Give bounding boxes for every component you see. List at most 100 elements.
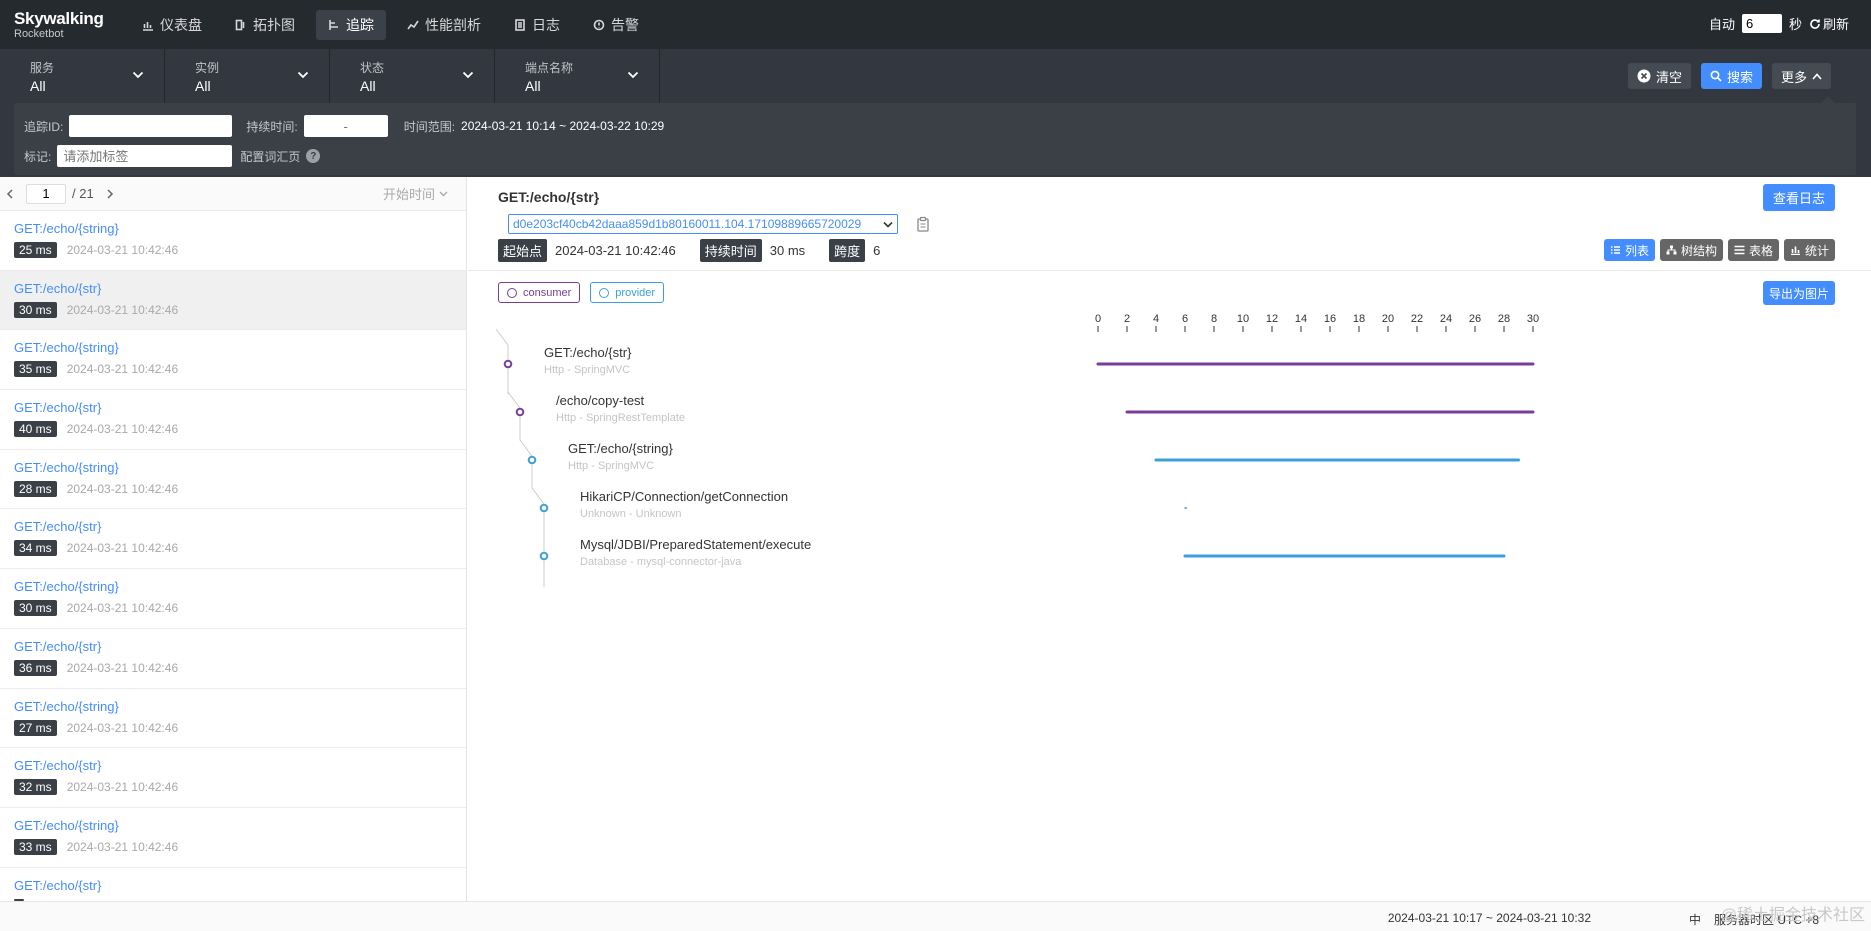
nav-label: 性能剖析 xyxy=(425,16,481,33)
trace-list-item[interactable]: GET:/echo/{string} 27 ms 2024-03-21 10:42:… xyxy=(0,689,466,749)
trace-list-item[interactable]: GET:/echo/{str} 32 ms 2024-03-21 10:42:46 xyxy=(0,748,466,808)
chevron-down-icon xyxy=(883,221,893,228)
chevron-left-icon[interactable] xyxy=(6,188,14,199)
pagination: / 21 开始时间 xyxy=(0,177,466,211)
trace-list-panel: / 21 开始时间 GET:/echo/{string} 25 ms 2024-03… xyxy=(0,177,467,901)
view-label: 树结构 xyxy=(1680,243,1717,258)
span-name: HikariCP/Connection/close xyxy=(580,585,735,587)
tag-input[interactable] xyxy=(57,145,233,167)
trace-meta: 35 ms 2024-03-21 10:42:46 xyxy=(14,361,466,378)
view-tree-button[interactable]: 树结构 xyxy=(1659,239,1723,261)
view-list-button[interactable]: 列表 xyxy=(1603,239,1655,261)
refresh-button[interactable]: 刷新 xyxy=(1809,14,1849,33)
view-switcher: 列表 树结构 表格 统计 xyxy=(1603,239,1835,261)
top-navbar: Skywalking Rocketbot 仪表盘 拓扑图 追踪 性能剖析 日志 … xyxy=(0,0,1871,49)
span-node-icon xyxy=(527,455,537,465)
view-label: 列表 xyxy=(1624,243,1649,258)
advanced-row-2: 标记: 配置词汇页 ? xyxy=(24,145,321,167)
page-input[interactable] xyxy=(26,183,66,204)
nav-item-trace[interactable]: 追踪 xyxy=(316,9,386,40)
trace-endpoint: GET:/echo/{string} xyxy=(14,817,119,833)
span-tag: 跨度 xyxy=(829,239,866,262)
language-switch[interactable]: 中 xyxy=(1689,911,1701,928)
nav-item-alarm[interactable]: 告警 xyxy=(581,10,651,40)
trace-start-time: 2024-03-21 10:42:46 xyxy=(66,839,179,854)
duration-value: 30 ms xyxy=(769,243,806,258)
status-select[interactable]: 状态 All xyxy=(330,49,495,103)
nav-label: 追踪 xyxy=(346,16,374,33)
tree-connector xyxy=(519,416,533,457)
trace-list-item[interactable]: GET:/echo/{string} 35 ms 2024-03-21 10:42:… xyxy=(0,330,466,391)
export-image-button[interactable]: 导出为图片 xyxy=(1762,281,1835,305)
trace-id-select[interactable]: d0e203cf40cb42daaa859d1b80160011.104.171… xyxy=(508,214,898,234)
nav-item-log[interactable]: 日志 xyxy=(502,10,572,40)
clear-button[interactable]: 清空 xyxy=(1627,63,1691,89)
filter-actions: 清空 搜索 更多 xyxy=(1627,63,1831,89)
trace-list-item[interactable]: GET:/echo/{str} 40 ms 2024-03-21 10:42:46 xyxy=(0,390,466,450)
trace-list-item[interactable]: GET:/echo/{string} 28 ms 2024-03-21 10:42:… xyxy=(0,450,466,510)
service-select[interactable]: 服务 All xyxy=(0,49,165,103)
trace-list-item[interactable]: GET:/echo/{str} 34 ms 2024-03-21 10:42:46 xyxy=(0,509,466,570)
trace-list-item[interactable]: GET:/echo/{str} 36 ms 2024-03-21 10:42:46 xyxy=(0,629,466,689)
duration-label: 持续时间: xyxy=(246,119,298,134)
trace-title: GET:/echo/{str} xyxy=(498,189,600,205)
trace-start-time: 2024-03-21 10:42:46 xyxy=(66,720,179,735)
axis-tick-label: 16 xyxy=(1324,313,1336,325)
trace-list-item[interactable]: GET:/echo/{string} 30 ms 2024-03-21 10:42:… xyxy=(0,569,466,629)
logo-brand: Skywalking xyxy=(14,8,104,28)
trace-endpoint: GET:/echo/{string} xyxy=(14,340,119,356)
trace-start-time: 2024-03-21 10:42:46 xyxy=(66,243,179,257)
page-total: / 21 xyxy=(72,186,94,201)
time-range-value[interactable]: 2024-03-21 10:14 ~ 2024-03-22 10:29 xyxy=(461,119,664,133)
clipboard-icon[interactable] xyxy=(916,216,930,232)
help-icon[interactable]: ? xyxy=(306,149,321,163)
axis-tick-label: 4 xyxy=(1153,313,1159,325)
view-table-button[interactable]: 表格 xyxy=(1727,239,1779,261)
more-button[interactable]: 更多 xyxy=(1771,63,1831,89)
view-stats-button[interactable]: 统计 xyxy=(1783,239,1835,261)
axis-tick-label: 10 xyxy=(1237,313,1249,325)
duration-input[interactable] xyxy=(303,115,388,137)
trace-id-input[interactable] xyxy=(69,115,233,137)
refresh-interval-input[interactable] xyxy=(1741,14,1782,33)
legend-label: provider xyxy=(615,286,656,299)
chevron-down-icon xyxy=(627,71,639,79)
nav-item-dashboard[interactable]: 仪表盘 xyxy=(130,10,214,40)
logo-sub: Rocketbot xyxy=(14,27,64,40)
trace-endpoint: GET:/echo/{str} xyxy=(14,280,102,296)
trace-info: 起始点 2024-03-21 10:42:46 持续时间 30 ms 跨度 6 xyxy=(498,239,880,262)
footer-time-range[interactable]: 2024-03-21 10:17 ~ 2024-03-21 10:32 xyxy=(1388,911,1591,925)
endpoint-select[interactable]: 端点名称 All xyxy=(495,49,660,103)
trace-start-time: 2024-03-21 10:42:46 xyxy=(66,541,179,556)
sort-select[interactable]: 开始时间 xyxy=(383,184,448,203)
trace-list-item[interactable]: GET:/echo/{str} 30 ms 2024-03-21 10:42:46 xyxy=(0,270,466,331)
search-button[interactable]: 搜索 xyxy=(1700,63,1762,89)
trace-list-item[interactable]: GET:/echo/{string} 25 ms 2024-03-21 10:42:… xyxy=(0,211,466,271)
trace-list-item[interactable]: GET:/echo/{str} xyxy=(0,868,466,901)
logo[interactable]: Skywalking Rocketbot xyxy=(0,10,130,40)
span-name: GET:/echo/{str} xyxy=(544,345,632,360)
duration-badge: 30 ms xyxy=(14,301,57,318)
interval-unit: 秒 xyxy=(1788,17,1802,32)
topology-icon xyxy=(235,19,245,30)
refresh-icon xyxy=(1810,18,1820,29)
vocab-link[interactable]: 配置词汇页 xyxy=(240,148,300,165)
nav-item-topology[interactable]: 拓扑图 xyxy=(223,10,307,40)
refresh-label: 刷新 xyxy=(1822,17,1849,32)
trace-list-item[interactable]: GET:/echo/{string} 33 ms 2024-03-21 10:42:… xyxy=(0,808,466,868)
trace-meta: 28 ms 2024-03-21 10:42:46 xyxy=(14,480,466,497)
trace-endpoint: GET:/echo/{str} xyxy=(14,638,102,654)
view-logs-button[interactable]: 查看日志 xyxy=(1762,184,1835,211)
alarm-icon xyxy=(593,19,605,30)
tree-icon xyxy=(1666,245,1677,255)
axis-tick-label: 8 xyxy=(1211,313,1217,325)
span-component: Unknown - Unknown xyxy=(580,508,682,520)
stats-icon xyxy=(1790,246,1800,255)
chevron-right-icon[interactable] xyxy=(106,188,114,199)
nav-item-profile[interactable]: 性能剖析 xyxy=(395,10,493,40)
duration-badge: 36 ms xyxy=(14,659,57,676)
divider xyxy=(468,270,1871,271)
trace-start-time: 2024-03-21 10:42:46 xyxy=(66,601,179,616)
trace-endpoint: GET:/echo/{str} xyxy=(14,877,102,893)
instance-select[interactable]: 实例 All xyxy=(165,49,330,103)
